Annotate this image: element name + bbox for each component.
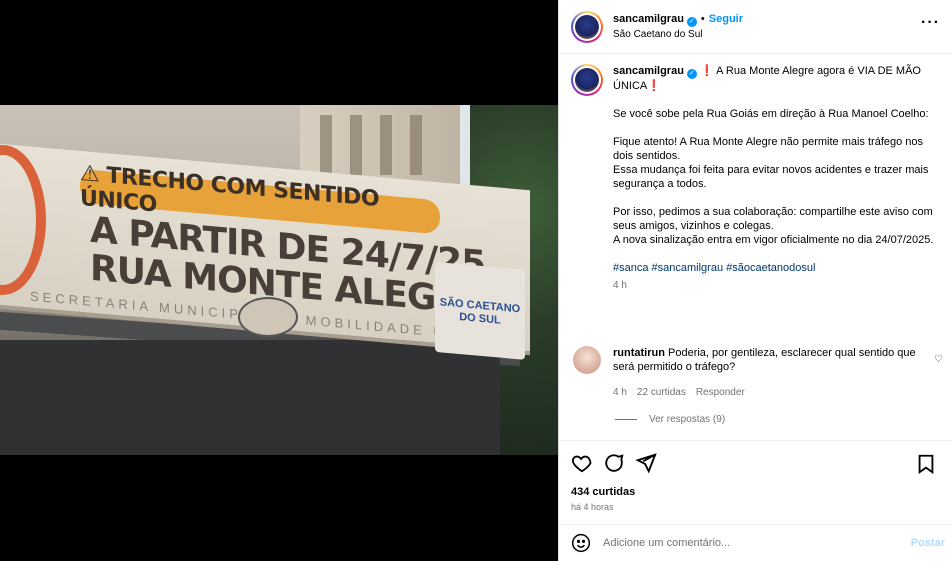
comment-age: 4 h (613, 387, 627, 398)
view-replies[interactable]: Ver respostas (9) (615, 414, 725, 425)
emoji-icon[interactable] (571, 533, 591, 553)
media-panel: ⚠ TRECHO COM SENTIDO ÚNICO A PARTIR DE 2… (0, 0, 558, 561)
more-horizontal-icon[interactable]: ··· (921, 14, 940, 32)
replies-line (615, 419, 637, 420)
verified-icon: ✓ (686, 16, 697, 27)
post-button[interactable]: Postar (911, 537, 945, 549)
caption-paragraph-2: Fique atento! A Rua Monte Alegre não per… (613, 136, 929, 190)
post-sidebar: sancamilgrau ✓ • Seguir São Caetano do Sul … (558, 0, 952, 561)
verified-icon: ✓ (686, 69, 697, 79)
reply-button[interactable]: Responder (696, 386, 745, 400)
comment-likes[interactable]: 22 curtidas (637, 386, 686, 400)
avatar[interactable] (571, 10, 603, 43)
comment-icon[interactable] (603, 452, 625, 474)
exclamation-icon: ❗ (647, 80, 661, 92)
marquee (0, 340, 500, 455)
heart-icon[interactable] (571, 452, 593, 474)
caption-paragraph-3: Por isso, pedimos a sua colaboração: com… (613, 206, 934, 246)
comment-username[interactable]: runtatirun (613, 347, 665, 359)
caption-age: 4 h (613, 280, 627, 291)
bookmark-icon[interactable] (915, 453, 937, 475)
add-comment-bar: Postar (559, 524, 952, 561)
caption-username[interactable]: sancamilgrau (613, 65, 684, 77)
city-seal: SÃO CAETANO DO SUL (435, 261, 525, 360)
comment-item: runtatirun Poderia, por gentileza, escla… (571, 346, 945, 400)
instagram-post-view: ⚠ TRECHO COM SENTIDO ÚNICO A PARTIR DE 2… (0, 0, 952, 561)
caption-avatar[interactable] (571, 64, 603, 96)
view-replies-label[interactable]: Ver respostas (9) (649, 414, 725, 425)
separator-dot: • (700, 12, 705, 25)
exclamation-icon: ❗ (699, 65, 714, 77)
street-lamp (238, 297, 298, 337)
follow-button[interactable]: Seguir (709, 13, 743, 25)
comment-input[interactable] (603, 537, 893, 549)
header-username[interactable]: sancamilgrau (613, 13, 684, 25)
hashtags[interactable]: #sanca #sancamilgrau #sãocaetanodosul (613, 261, 939, 275)
likes-count[interactable]: 434 curtidas (571, 486, 635, 498)
location-link[interactable]: São Caetano do Sul (613, 27, 743, 42)
action-bar (559, 440, 952, 485)
post-header: sancamilgrau ✓ • Seguir São Caetano do Sul … (559, 0, 952, 54)
post-video[interactable]: ⚠ TRECHO COM SENTIDO ÚNICO A PARTIR DE 2… (0, 105, 558, 455)
post-time: há 4 horas (571, 502, 614, 512)
post-caption: sancamilgrau ✓ ❗ A Rua Monte Alegre agora… (571, 64, 945, 293)
heart-icon[interactable]: ♡ (934, 354, 943, 365)
share-icon[interactable] (635, 452, 657, 474)
caption-paragraph-1: Se você sobe pela Rua Goiás em direção à… (613, 108, 929, 120)
comment-avatar[interactable] (573, 346, 601, 374)
